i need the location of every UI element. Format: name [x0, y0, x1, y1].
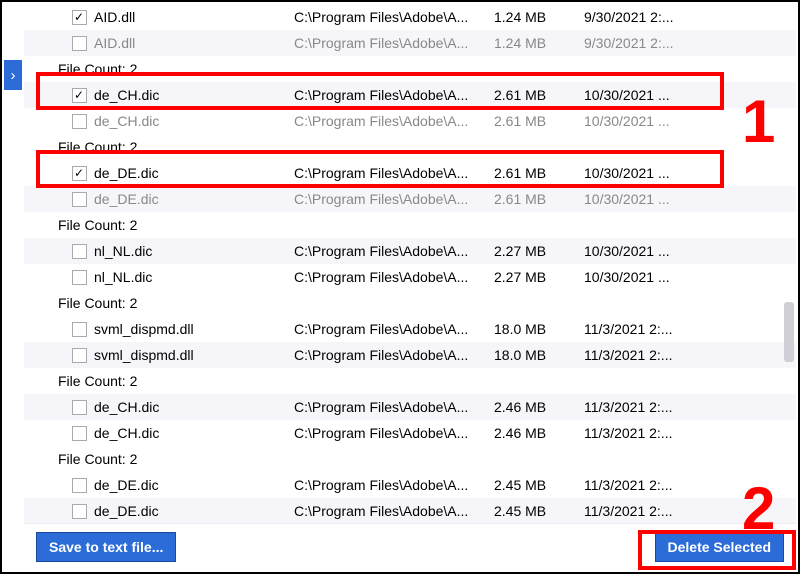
col-date: 11/3/2021 2:...	[584, 321, 734, 337]
row-checkbox[interactable]	[72, 36, 87, 51]
table-row[interactable]: de_CH.dicC:\Program Files\Adobe\A...2.46…	[24, 394, 796, 420]
row-checkbox[interactable]	[72, 478, 87, 493]
file-list: ✓AID.dllC:\Program Files\Adobe\A...1.24 …	[24, 4, 796, 523]
col-size: 2.45 MB	[494, 503, 584, 519]
table-row[interactable]: ✓ de_DE.dicC:\Program Files\Adobe\A...2.6…	[24, 160, 796, 186]
col-path: C:\Program Files\Adobe\A...	[294, 87, 494, 103]
row-checkbox[interactable]	[72, 244, 87, 259]
row-checkbox[interactable]	[72, 400, 87, 415]
group-header: File Count: 2	[24, 446, 796, 472]
col-date: 11/3/2021 2:...	[584, 503, 734, 519]
row-checkbox[interactable]	[72, 504, 87, 519]
col-name: de_CH.dic	[94, 113, 294, 129]
table-row[interactable]: AID.dllC:\Program Files\Adobe\A...1.24 M…	[24, 30, 796, 56]
button-bar: Save to text file... Delete Selected	[24, 523, 796, 570]
col-path: C:\Program Files\Adobe\A...	[294, 243, 494, 259]
col-date: 11/3/2021 2:...	[584, 399, 734, 415]
table-row[interactable]: de_CH.dicC:\Program Files\Adobe\A...2.46…	[24, 420, 796, 446]
scrollbar-thumb[interactable]	[784, 302, 794, 362]
col-name: AID.dll	[94, 35, 294, 51]
col-path: C:\Program Files\Adobe\A...	[294, 503, 494, 519]
col-date: 10/30/2021 ...	[584, 269, 734, 285]
col-path: C:\Program Files\Adobe\A...	[294, 165, 494, 181]
col-size: 1.24 MB	[494, 35, 584, 51]
group-header: File Count: 2	[24, 290, 796, 316]
col-name: AID.dll	[94, 9, 294, 25]
col-name: de_DE.dic	[94, 503, 294, 519]
col-name: de_DE.dic	[94, 191, 294, 207]
col-path: C:\Program Files\Adobe\A...	[294, 321, 494, 337]
row-checkbox[interactable]: ✓	[72, 166, 87, 181]
col-name: de_DE.dic	[94, 477, 294, 493]
col-size: 18.0 MB	[494, 347, 584, 363]
col-date: 11/3/2021 2:...	[584, 477, 734, 493]
col-date: 10/30/2021 ...	[584, 113, 734, 129]
col-name: de_CH.dic	[94, 425, 294, 441]
col-name: de_DE.dic	[94, 165, 294, 181]
col-path: C:\Program Files\Adobe\A...	[294, 347, 494, 363]
col-size: 2.61 MB	[494, 113, 584, 129]
row-checkbox[interactable]	[72, 270, 87, 285]
row-checkbox[interactable]	[72, 192, 87, 207]
table-row[interactable]: svml_dispmd.dllC:\Program Files\Adobe\A.…	[24, 342, 796, 368]
col-size: 18.0 MB	[494, 321, 584, 337]
col-path: C:\Program Files\Adobe\A...	[294, 9, 494, 25]
col-name: svml_dispmd.dll	[94, 321, 294, 337]
col-path: C:\Program Files\Adobe\A...	[294, 269, 494, 285]
group-header: File Count: 2	[24, 368, 796, 394]
group-header: File Count: 2	[24, 56, 796, 82]
col-size: 2.27 MB	[494, 243, 584, 259]
delete-selected-button[interactable]: Delete Selected	[655, 532, 785, 562]
row-checkbox[interactable]: ✓	[72, 88, 87, 103]
col-path: C:\Program Files\Adobe\A...	[294, 477, 494, 493]
col-size: 2.46 MB	[494, 399, 584, 415]
col-date: 10/30/2021 ...	[584, 87, 734, 103]
expand-handle[interactable]: ›	[4, 60, 22, 90]
col-size: 2.27 MB	[494, 269, 584, 285]
table-row[interactable]: nl_NL.dicC:\Program Files\Adobe\A...2.27…	[24, 264, 796, 290]
col-path: C:\Program Files\Adobe\A...	[294, 399, 494, 415]
col-date: 11/3/2021 2:...	[584, 425, 734, 441]
group-header: File Count: 2	[24, 134, 796, 160]
table-row[interactable]: de_DE.dicC:\Program Files\Adobe\A...2.45…	[24, 472, 796, 498]
save-to-text-button[interactable]: Save to text file...	[36, 532, 176, 562]
row-checkbox[interactable]: ✓	[72, 10, 87, 25]
col-date: 10/30/2021 ...	[584, 243, 734, 259]
col-name: svml_dispmd.dll	[94, 347, 294, 363]
col-date: 10/30/2021 ...	[584, 191, 734, 207]
col-path: C:\Program Files\Adobe\A...	[294, 113, 494, 129]
col-name: nl_NL.dic	[94, 269, 294, 285]
table-row[interactable]: ✓ AID.dllC:\Program Files\Adobe\A...1.24 …	[24, 4, 796, 30]
table-row[interactable]: de_DE.dicC:\Program Files\Adobe\A...2.45…	[24, 498, 796, 523]
col-size: 2.61 MB	[494, 87, 584, 103]
col-date: 10/30/2021 ...	[584, 165, 734, 181]
row-checkbox[interactable]	[72, 348, 87, 363]
group-header: File Count: 2	[24, 212, 796, 238]
table-row[interactable]: ✓ de_CH.dicC:\Program Files\Adobe\A...2.6…	[24, 82, 796, 108]
row-checkbox[interactable]	[72, 426, 87, 441]
col-path: C:\Program Files\Adobe\A...	[294, 425, 494, 441]
col-size: 2.61 MB	[494, 165, 584, 181]
col-date: 9/30/2021 2:...	[584, 35, 734, 51]
col-name: de_CH.dic	[94, 87, 294, 103]
col-date: 9/30/2021 2:...	[584, 9, 734, 25]
col-name: nl_NL.dic	[94, 243, 294, 259]
row-checkbox[interactable]	[72, 114, 87, 129]
col-size: 2.61 MB	[494, 191, 584, 207]
table-row[interactable]: svml_dispmd.dllC:\Program Files\Adobe\A.…	[24, 316, 796, 342]
col-size: 2.46 MB	[494, 425, 584, 441]
row-checkbox[interactable]	[72, 322, 87, 337]
table-row[interactable]: nl_NL.dicC:\Program Files\Adobe\A...2.27…	[24, 238, 796, 264]
col-path: C:\Program Files\Adobe\A...	[294, 35, 494, 51]
col-path: C:\Program Files\Adobe\A...	[294, 191, 494, 207]
col-name: de_CH.dic	[94, 399, 294, 415]
col-size: 2.45 MB	[494, 477, 584, 493]
col-size: 1.24 MB	[494, 9, 584, 25]
table-row[interactable]: de_CH.dicC:\Program Files\Adobe\A...2.61…	[24, 108, 796, 134]
col-date: 11/3/2021 2:...	[584, 347, 734, 363]
table-row[interactable]: de_DE.dicC:\Program Files\Adobe\A...2.61…	[24, 186, 796, 212]
